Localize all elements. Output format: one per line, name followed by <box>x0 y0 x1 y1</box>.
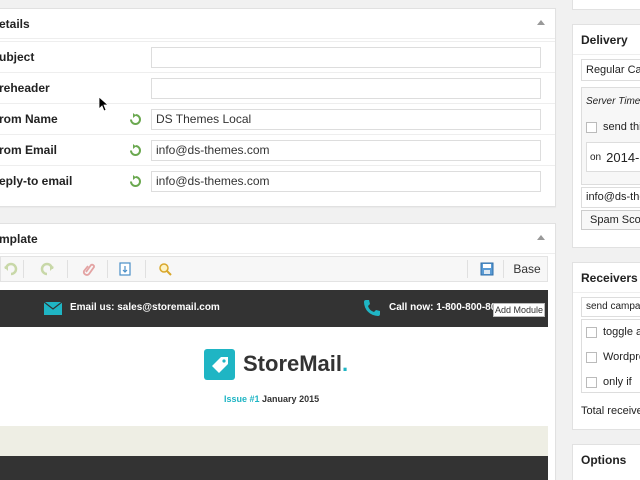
options-header[interactable]: Options <box>573 445 640 475</box>
from-name-input[interactable] <box>151 108 541 130</box>
field-row-reply-to-email: eply-to email <box>0 165 555 196</box>
date-field[interactable]: on 2014-1 <box>586 142 640 172</box>
attach-button[interactable] <box>79 257 99 281</box>
issue-date: January 2015 <box>262 394 320 404</box>
export-button[interactable] <box>115 257 135 281</box>
redo-icon <box>40 262 54 276</box>
collapse-caret-icon[interactable] <box>537 235 545 240</box>
server-time-label: Server Time: <box>586 96 640 107</box>
details-panel: etails ubject reheader rom Name rom Email ep… <box>0 8 556 207</box>
subject-input[interactable] <box>151 46 541 68</box>
refresh-icon[interactable] <box>129 143 142 157</box>
save-button[interactable] <box>477 257 497 281</box>
base-button[interactable]: Base <box>509 257 545 281</box>
receivers-panel: Receivers send campa toggle al Wordpre o… <box>572 262 640 430</box>
option-wordpress[interactable]: Wordpre <box>586 351 640 363</box>
refresh-icon[interactable] <box>129 174 142 188</box>
magnifier-icon <box>159 263 172 276</box>
email-banner-strip <box>0 426 548 456</box>
template-header[interactable]: mplate <box>0 224 555 254</box>
undo-button[interactable] <box>1 257 21 281</box>
envelope-icon <box>44 302 62 315</box>
field-row-from-name: rom Name <box>0 103 555 134</box>
spam-score-button[interactable]: Spam Score <box>581 210 640 230</box>
field-row-from-email: rom Email <box>0 134 555 165</box>
field-row-preheader: reheader <box>0 72 555 103</box>
storemail-logo: StoreMail. <box>204 348 348 380</box>
from-email-input[interactable] <box>151 139 541 161</box>
brand-dot: . <box>342 351 349 376</box>
subject-label: ubject <box>0 50 35 64</box>
mouse-cursor-icon <box>99 97 109 112</box>
email-us-text: Email us: sales@storemail.com <box>70 302 220 313</box>
reply-to-email-input[interactable] <box>151 170 541 192</box>
on-label: on <box>590 151 602 163</box>
send-this-checkbox[interactable] <box>586 121 597 133</box>
sidebar-top-remnant <box>572 0 640 10</box>
details-title: etails <box>0 16 30 31</box>
receiver-options: toggle al Wordpre only if <box>581 319 640 393</box>
preheader-label: reheader <box>0 81 50 95</box>
email-top-bar: Email us: sales@storemail.com Call now: … <box>0 290 548 327</box>
tag-logo-icon <box>204 348 235 380</box>
from-name-label: rom Name <box>0 112 58 126</box>
send-campaign-select[interactable]: send campa <box>581 297 640 317</box>
schedule-box: Server Time: send thi on 2014-1 <box>581 87 640 185</box>
brand-name: StoreMail <box>243 351 343 376</box>
preview-button[interactable] <box>155 257 175 281</box>
options-panel: Options <box>572 444 640 480</box>
from-email-label: rom Email <box>0 143 58 157</box>
delivery-header[interactable]: Delivery <box>573 25 640 55</box>
export-document-icon <box>119 262 131 276</box>
date-value: 2014-1 <box>606 149 640 165</box>
call-now-text: Call now: 1-800-800-800 <box>389 302 502 313</box>
send-this-label: send thi <box>603 121 640 133</box>
field-row-subject: ubject <box>0 41 555 72</box>
details-header[interactable]: etails <box>0 9 555 39</box>
campaign-type-select[interactable]: Regular Cam <box>581 59 640 81</box>
issue-number: Issue #1 <box>224 394 260 404</box>
delivery-panel: Delivery Regular Cam Server Time: send t… <box>572 24 640 248</box>
issue-line: Issue #1 January 2015 <box>224 394 319 404</box>
add-module-label: Add Module <box>494 305 544 315</box>
preheader-input[interactable] <box>151 77 541 99</box>
only-if-checkbox[interactable] <box>586 376 597 388</box>
paperclip-icon <box>82 263 95 276</box>
option-only-if[interactable]: only if <box>586 376 632 388</box>
undo-icon <box>4 262 18 276</box>
from-email-field[interactable]: info@ds-the <box>581 187 640 208</box>
email-preview: Email us: sales@storemail.com Call now: … <box>0 290 548 480</box>
template-title: mplate <box>0 231 38 246</box>
collapse-caret-icon[interactable] <box>537 20 545 25</box>
wordpress-checkbox[interactable] <box>586 351 597 363</box>
receivers-title: Receivers <box>581 270 638 285</box>
editor-toolbar: Base <box>0 256 548 282</box>
refresh-icon[interactable] <box>129 112 142 126</box>
receivers-header[interactable]: Receivers <box>573 263 640 293</box>
floppy-disk-icon <box>480 262 494 276</box>
reply-to-email-label: eply-to email <box>0 174 73 188</box>
option-toggle-all[interactable]: toggle al <box>586 326 640 338</box>
options-title: Options <box>581 453 627 467</box>
total-receivers-text: Total receiver <box>581 405 640 417</box>
email-dark-strip <box>0 456 548 480</box>
base-label: Base <box>513 262 541 276</box>
redo-button[interactable] <box>37 257 57 281</box>
delivery-title: Delivery <box>581 32 628 47</box>
phone-icon <box>364 300 380 316</box>
add-module-button[interactable]: Add Module <box>493 303 545 317</box>
toggle-all-checkbox[interactable] <box>586 326 597 338</box>
